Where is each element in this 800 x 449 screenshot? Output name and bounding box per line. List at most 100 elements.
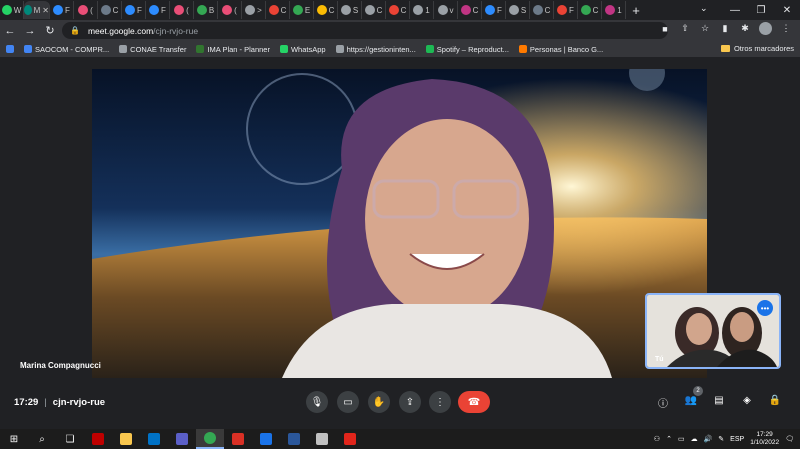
start-button[interactable]: ⊞ xyxy=(0,429,28,449)
end-call-button[interactable]: ☎ xyxy=(458,391,490,413)
teams-icon xyxy=(176,433,188,445)
acrobat-button[interactable] xyxy=(336,429,364,449)
address-bar[interactable]: 🔒 meet.google.com/cjn-rvjo-rue xyxy=(62,22,668,39)
teams-button[interactable] xyxy=(168,429,196,449)
app-button[interactable] xyxy=(224,429,252,449)
camera-button[interactable]: ▭ xyxy=(337,391,359,413)
separator: | xyxy=(44,397,47,408)
people-icon[interactable]: 👥 xyxy=(684,395,698,409)
browser-tab[interactable]: F xyxy=(50,1,74,19)
pen-icon[interactable]: ✎ xyxy=(718,435,724,443)
filezilla-button[interactable] xyxy=(84,429,112,449)
browser-tab[interactable]: ( xyxy=(74,1,98,19)
sidepanel-icon[interactable]: ▮ xyxy=(719,23,731,34)
bookmark-item[interactable]: IMA Plan - Planner xyxy=(196,45,270,54)
browser-tab[interactable]: C xyxy=(530,1,554,19)
browser-tab[interactable]: S xyxy=(506,1,530,19)
other-bookmarks[interactable]: Otros marcadores xyxy=(720,44,794,53)
tab-search-icon[interactable]: ⌄ xyxy=(700,3,708,14)
restore-icon[interactable]: ❐ xyxy=(748,5,774,16)
host-controls-icon[interactable]: 🔒 xyxy=(768,395,782,409)
browser-tab[interactable]: E xyxy=(290,1,314,19)
browser-tab[interactable]: > xyxy=(242,1,266,19)
network-app-button[interactable] xyxy=(252,429,280,449)
browser-tab[interactable]: 1 xyxy=(602,1,626,19)
meeting-code: cjn-rvjo-rue xyxy=(52,397,106,408)
search-button[interactable]: ⌕ xyxy=(28,429,56,449)
browser-tab[interactable]: B xyxy=(194,1,218,19)
bookmark-favicon-icon xyxy=(24,45,32,53)
browser-tab[interactable]: F xyxy=(482,1,506,19)
chrome-button[interactable] xyxy=(196,429,224,449)
profile-avatar[interactable] xyxy=(759,22,772,35)
new-tab-button[interactable]: + xyxy=(626,3,646,18)
tab-favicon-icon xyxy=(557,5,568,15)
browser-tab[interactable]: F xyxy=(122,1,146,19)
browser-tab[interactable]: F xyxy=(146,1,170,19)
reload-icon[interactable]: ↻ xyxy=(40,24,60,37)
bookmark-item[interactable]: CONAE Transfer xyxy=(119,45,186,54)
more-options-button[interactable]: ⋮ xyxy=(429,391,451,413)
bookmark-item[interactable]: https://gestioninten... xyxy=(335,45,416,54)
camera-icon[interactable]: ■ xyxy=(659,24,671,34)
extensions-icon[interactable]: ✱ xyxy=(739,23,751,34)
browser-tab[interactable]: W xyxy=(0,1,24,19)
volume-icon[interactable]: 🔊 xyxy=(704,435,713,443)
browser-tab[interactable]: ( xyxy=(218,1,242,19)
activities-icon[interactable]: ◈ xyxy=(740,395,754,409)
cloud-icon[interactable]: ☁ xyxy=(691,435,698,443)
meeting-time: 17:29 xyxy=(14,397,39,408)
file-explorer-button[interactable] xyxy=(112,429,140,449)
lock-icon[interactable]: 🔒 xyxy=(70,26,80,35)
outlook-button[interactable] xyxy=(140,429,168,449)
bookmark-item[interactable]: Spotify – Reproduct... xyxy=(425,45,509,54)
self-view-tile[interactable]: Tú ••• xyxy=(645,293,781,369)
browser-tab[interactable]: ( xyxy=(170,1,194,19)
bookmark-label: WhatsApp xyxy=(290,44,326,54)
browser-tab[interactable]: C xyxy=(386,1,410,19)
bookmark-item[interactable]: Personas | Banco G... xyxy=(518,45,603,54)
browser-tab[interactable]: F xyxy=(554,1,578,19)
main-video[interactable] xyxy=(92,69,707,378)
more-options-icon[interactable]: ••• xyxy=(757,300,773,316)
tab-favicon-icon xyxy=(437,5,448,15)
browser-tab[interactable]: S xyxy=(338,1,362,19)
browser-tab[interactable]: C xyxy=(314,1,338,19)
app-button-2[interactable] xyxy=(308,429,336,449)
task-view-button[interactable]: ❏ xyxy=(56,429,84,449)
acrobat-icon xyxy=(344,433,356,445)
raise-hand-button[interactable]: ✋ xyxy=(368,391,390,413)
present-button[interactable]: ⇪ xyxy=(399,391,421,413)
close-window-icon[interactable]: ✕ xyxy=(774,5,800,16)
browser-tab[interactable]: C xyxy=(98,1,122,19)
battery-icon[interactable]: ▭ xyxy=(678,435,685,443)
browser-tab[interactable]: 1 xyxy=(410,1,434,19)
people-tray-icon[interactable]: ⚇ xyxy=(654,435,660,443)
clock[interactable]: 17:29 1/10/2022 xyxy=(750,431,779,447)
menu-icon[interactable]: ⋮ xyxy=(780,23,792,34)
language-indicator[interactable]: ESP xyxy=(730,436,744,443)
chevron-up-icon[interactable]: ⌃ xyxy=(666,435,672,443)
browser-tab[interactable]: v xyxy=(434,1,458,19)
browser-tab[interactable]: C xyxy=(578,1,602,19)
chat-icon[interactable]: ▤ xyxy=(712,395,726,409)
word-button[interactable] xyxy=(280,429,308,449)
browser-tab[interactable]: C xyxy=(266,1,290,19)
bookmark-item[interactable]: SAOCOM - COMPR... xyxy=(24,45,109,54)
microphone-button[interactable]: 🎙 xyxy=(306,391,328,413)
star-icon[interactable]: ☆ xyxy=(699,23,711,34)
info-icon[interactable]: ⓘ xyxy=(656,395,670,410)
forward-icon[interactable]: → xyxy=(20,25,40,37)
minimize-icon[interactable]: — xyxy=(722,5,748,16)
close-tab-icon[interactable]: ✕ xyxy=(42,6,49,15)
tab-label: > xyxy=(257,5,262,15)
share-icon[interactable]: ⇧ xyxy=(679,23,691,34)
bookmark-item[interactable]: WhatsApp xyxy=(279,44,326,54)
back-icon[interactable]: ← xyxy=(0,25,20,37)
browser-tab[interactable]: M ✕ xyxy=(24,1,50,19)
browser-tab[interactable]: C xyxy=(458,1,482,19)
apps-icon[interactable] xyxy=(6,45,14,53)
notifications-icon[interactable]: 🗨 xyxy=(785,435,794,443)
browser-tab[interactable]: C xyxy=(362,1,386,19)
tab-label: S xyxy=(352,5,359,15)
